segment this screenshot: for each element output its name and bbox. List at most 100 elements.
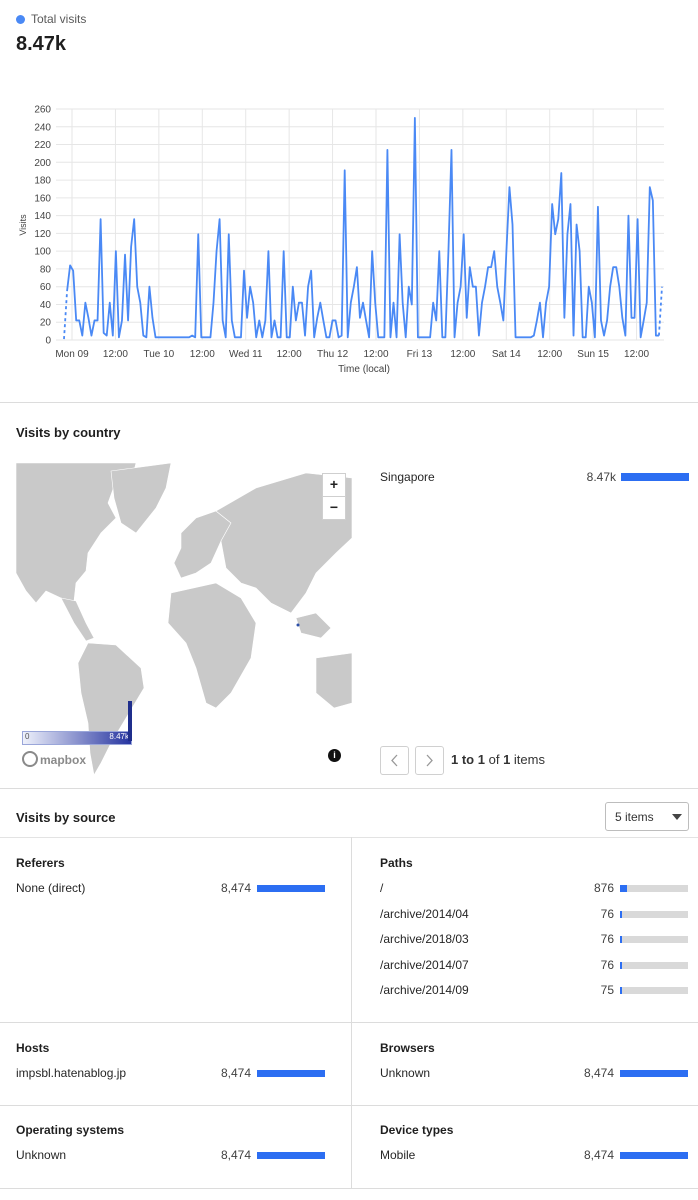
paths-row[interactable]: /archive/2014/04 76 — [380, 907, 688, 923]
row-value: 8,474 — [583, 1066, 614, 1080]
mapbox-attribution[interactable]: mapbox — [22, 751, 86, 767]
row-value: 76 — [600, 932, 614, 946]
x-tick-label: 12:00 — [363, 349, 388, 360]
devices-panel-title: Device types — [380, 1123, 454, 1137]
world-map[interactable]: + − 0 8.47k mapbox i — [16, 463, 352, 775]
y-axis-ticks: 0 20 40 60 80 100 120 140 160 180 200 220 240 260 — [34, 105, 51, 347]
devices-row[interactable]: Mobile 8,474 — [380, 1148, 688, 1164]
country-section-title: Visits by country — [16, 425, 121, 440]
y-tick-label: 140 — [34, 211, 51, 222]
select-value: 5 items — [615, 810, 654, 824]
country-name: Singapore — [380, 470, 435, 484]
divider — [0, 1022, 698, 1023]
paths-row[interactable]: /archive/2014/07 76 — [380, 958, 688, 974]
legend-max-label: 8.47k — [109, 732, 129, 741]
column-divider — [351, 837, 352, 1189]
visits-chart: 0 20 40 60 80 100 120 140 160 180 200 220 240 260 Mon… — [18, 105, 664, 375]
source-section-title: Visits by source — [16, 810, 116, 825]
row-bar-fill — [257, 1152, 325, 1159]
row-value: 8,474 — [220, 881, 251, 895]
pager-status: 1 to 1 of 1 items — [451, 752, 545, 767]
y-tick-label: 160 — [34, 193, 51, 204]
next-page-button[interactable] — [415, 746, 444, 775]
y-tick-label: 60 — [40, 282, 52, 293]
chevron-left-icon — [391, 754, 398, 767]
country-row[interactable]: Singapore 8.47k — [380, 470, 690, 486]
items-count-select[interactable]: 5 items — [605, 802, 689, 831]
x-tick-label: 12:00 — [624, 349, 649, 360]
hosts-panel-title: Hosts — [16, 1041, 50, 1055]
row-bar-track — [257, 1070, 325, 1077]
row-label: /archive/2018/03 — [380, 932, 469, 946]
chart-series — [63, 116, 663, 340]
row-value: 876 — [593, 881, 614, 895]
divider — [0, 1105, 698, 1106]
row-bar-track — [620, 910, 688, 918]
row-bar-fill — [620, 885, 627, 892]
legend-peak-bar — [128, 701, 132, 741]
y-axis-label: Visits — [18, 214, 28, 236]
chevron-right-icon — [426, 754, 433, 767]
divider — [0, 402, 698, 403]
row-bar-track — [620, 987, 688, 994]
paths-row[interactable]: /archive/2018/03 76 — [380, 932, 688, 948]
row-bar-fill — [620, 961, 622, 969]
country-bar-fill — [621, 473, 689, 481]
referers-panel-title: Referers — [16, 856, 65, 870]
prev-page-button[interactable] — [380, 746, 409, 775]
x-tick-label: Fri 13 — [407, 349, 433, 360]
row-label: Unknown — [380, 1066, 431, 1080]
paths-row[interactable]: /archive/2014/09 75 — [380, 983, 688, 999]
x-tick-label: Tue 10 — [143, 349, 174, 360]
row-bar-fill — [620, 910, 622, 918]
y-tick-label: 180 — [34, 176, 51, 187]
row-bar-fill — [257, 885, 325, 892]
row-label: /archive/2014/07 — [380, 957, 469, 972]
y-tick-label: 80 — [40, 264, 52, 275]
row-label: / — [380, 881, 384, 895]
row-label: /archive/2014/09 — [380, 983, 469, 997]
row-bar-track — [620, 1070, 688, 1077]
y-tick-label: 240 — [34, 122, 51, 133]
y-tick-label: 0 — [45, 336, 51, 347]
row-value: 75 — [600, 983, 614, 997]
row-label: Unknown — [16, 1148, 67, 1162]
row-bar-track — [257, 885, 325, 892]
row-bar-fill — [620, 987, 622, 994]
paths-row[interactable]: / 876 — [380, 881, 688, 897]
browsers-row[interactable]: Unknown 8,474 — [380, 1066, 688, 1082]
row-label: /archive/2014/04 — [380, 906, 469, 921]
x-tick-label: 12:00 — [103, 349, 128, 360]
map-color-legend: 0 8.47k — [22, 731, 132, 745]
x-axis-ticks: Mon 09 12:00 Tue 10 12:00 Wed 11 12:00 Thu 12 1… — [55, 349, 649, 360]
row-bar-fill — [257, 1070, 325, 1077]
map-land — [16, 463, 352, 775]
x-tick-label: Wed 11 — [229, 349, 263, 360]
zoom-out-button[interactable]: − — [322, 496, 346, 520]
x-tick-label: 12:00 — [450, 349, 475, 360]
x-tick-label: Sat 14 — [492, 349, 521, 360]
x-tick-label: Thu 12 — [317, 349, 349, 360]
total-visits-value: 8.47k — [16, 33, 67, 55]
os-row[interactable]: Unknown 8,474 — [16, 1148, 325, 1164]
referers-row[interactable]: None (direct) 8,474 — [16, 881, 325, 897]
row-bar-fill — [620, 936, 622, 943]
y-tick-label: 220 — [34, 140, 51, 151]
x-tick-label: 12:00 — [277, 349, 302, 360]
x-tick-label: 12:00 — [537, 349, 562, 360]
caret-down-icon — [672, 814, 682, 820]
mapbox-logo-icon — [22, 751, 38, 767]
row-bar-track — [620, 961, 688, 969]
legend-label: Total visits — [31, 12, 87, 26]
zoom-in-button[interactable]: + — [322, 473, 346, 497]
x-tick-label: 12:00 — [190, 349, 215, 360]
info-icon[interactable]: i — [328, 749, 341, 762]
row-bar-fill — [620, 1070, 688, 1077]
hosts-row[interactable]: impsbl.hatenablog.jp 8,474 — [16, 1066, 325, 1082]
y-tick-label: 200 — [34, 158, 51, 169]
y-tick-label: 260 — [34, 105, 51, 116]
divider — [0, 788, 698, 789]
row-bar-fill — [620, 1152, 688, 1159]
row-label: Mobile — [380, 1148, 416, 1162]
os-panel-title: Operating systems — [16, 1123, 125, 1137]
